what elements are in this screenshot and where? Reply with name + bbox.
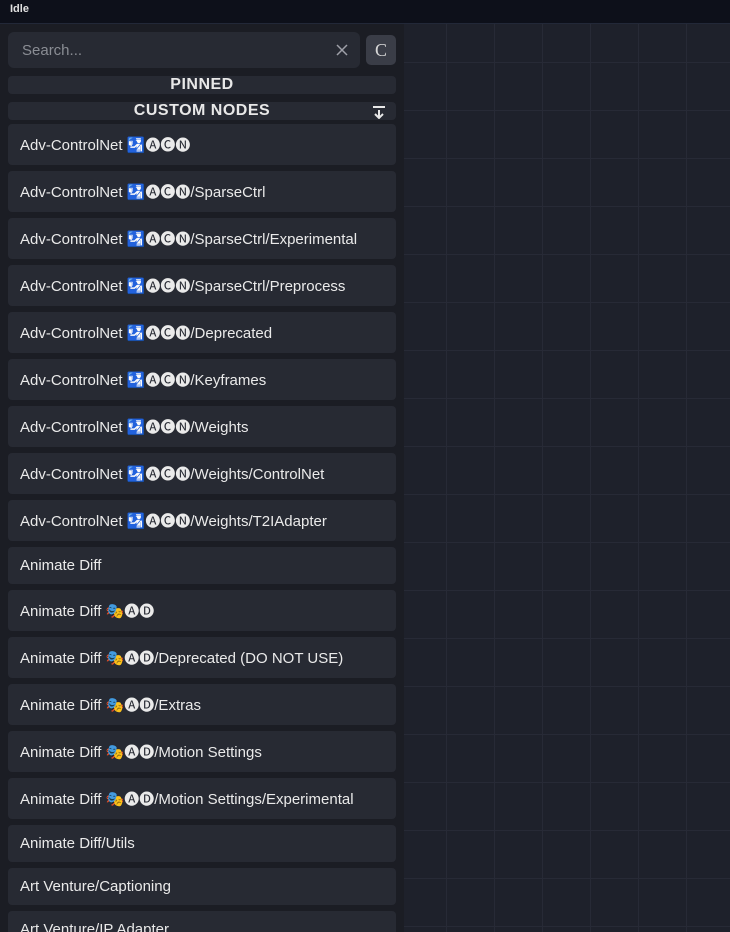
node-item-label: Adv-ControlNet 🛂🅐🅒🅝/SparseCtrl [20,181,265,202]
node-item-label: Adv-ControlNet 🛂🅐🅒🅝/Weights [20,416,248,437]
search-input[interactable] [8,32,360,68]
node-item[interactable]: Animate Diff 🎭🅐🅓/Deprecated (DO NOT USE) [8,637,396,678]
node-list: Adv-ControlNet 🛂🅐🅒🅝 Adv-ControlNet 🛂🅐🅒🅝/S… [8,124,396,932]
node-item-label: Animate Diff [20,557,101,574]
node-item-label: Art Venture/IP Adapter [20,921,169,932]
node-item[interactable]: Adv-ControlNet 🛂🅐🅒🅝/Deprecated [8,312,396,353]
node-item-label: Animate Diff 🎭🅐🅓 [20,600,154,621]
node-item-label: Adv-ControlNet 🛂🅐🅒🅝/Weights/ControlNet [20,463,324,484]
node-item[interactable]: Animate Diff 🎭🅐🅓/Motion Settings/Experim… [8,778,396,819]
main-area: C PINNED CUSTOM NODES Adv-ControlNet 🛂🅐🅒… [0,24,730,932]
pinned-header-label: PINNED [170,76,233,94]
node-item[interactable]: Animate Diff/Utils [8,825,396,862]
canvas[interactable] [404,24,730,932]
close-icon [335,43,349,57]
custom-nodes-header-label: CUSTOM NODES [134,102,270,120]
sidebar[interactable]: C PINNED CUSTOM NODES Adv-ControlNet 🛂🅐🅒… [0,24,404,932]
filter-c-label: C [375,40,387,61]
node-item[interactable]: Animate Diff 🎭🅐🅓 [8,590,396,631]
node-item[interactable]: Adv-ControlNet 🛂🅐🅒🅝/Weights/T2IAdapter [8,500,396,541]
node-item-label: Adv-ControlNet 🛂🅐🅒🅝/Keyframes [20,369,266,390]
clear-search-button[interactable] [332,40,352,60]
node-item-label: Adv-ControlNet 🛂🅐🅒🅝 [20,134,190,155]
node-item[interactable]: Art Venture/IP Adapter [8,911,396,932]
node-item[interactable]: Animate Diff 🎭🅐🅓/Motion Settings [8,731,396,772]
status-text: Idle [10,3,29,15]
node-item[interactable]: Animate Diff 🎭🅐🅓/Extras [8,684,396,725]
node-item[interactable]: Adv-ControlNet 🛂🅐🅒🅝/Weights [8,406,396,447]
expand-icon [371,103,387,119]
node-item-label: Animate Diff 🎭🅐🅓/Deprecated (DO NOT USE) [20,647,343,668]
search-wrap [8,32,360,68]
node-item-label: Animate Diff 🎭🅐🅓/Motion Settings [20,741,262,762]
node-item[interactable]: Adv-ControlNet 🛂🅐🅒🅝/SparseCtrl [8,171,396,212]
expand-all-button[interactable] [370,102,388,120]
node-item[interactable]: Adv-ControlNet 🛂🅐🅒🅝/Weights/ControlNet [8,453,396,494]
node-item[interactable]: Art Venture/Captioning [8,868,396,905]
node-item-label: Adv-ControlNet 🛂🅐🅒🅝/SparseCtrl/Preproces… [20,275,345,296]
node-item[interactable]: Adv-ControlNet 🛂🅐🅒🅝/Keyframes [8,359,396,400]
node-item-label: Adv-ControlNet 🛂🅐🅒🅝/SparseCtrl/Experimen… [20,228,357,249]
search-row: C [8,32,396,68]
filter-c-button[interactable]: C [366,35,396,65]
node-item[interactable]: Adv-ControlNet 🛂🅐🅒🅝/SparseCtrl/Experimen… [8,218,396,259]
node-item-label: Animate Diff 🎭🅐🅓/Extras [20,694,201,715]
status-bar: Idle [0,0,730,24]
node-item-label: Adv-ControlNet 🛂🅐🅒🅝/Deprecated [20,322,272,343]
node-item[interactable]: Adv-ControlNet 🛂🅐🅒🅝/SparseCtrl/Preproces… [8,265,396,306]
pinned-header[interactable]: PINNED [8,76,396,94]
node-item-label: Adv-ControlNet 🛂🅐🅒🅝/Weights/T2IAdapter [20,510,327,531]
node-item-label: Animate Diff 🎭🅐🅓/Motion Settings/Experim… [20,788,354,809]
node-item-label: Animate Diff/Utils [20,835,135,852]
node-item[interactable]: Adv-ControlNet 🛂🅐🅒🅝 [8,124,396,165]
node-item[interactable]: Animate Diff [8,547,396,584]
custom-nodes-header[interactable]: CUSTOM NODES [8,102,396,120]
node-item-label: Art Venture/Captioning [20,878,171,895]
